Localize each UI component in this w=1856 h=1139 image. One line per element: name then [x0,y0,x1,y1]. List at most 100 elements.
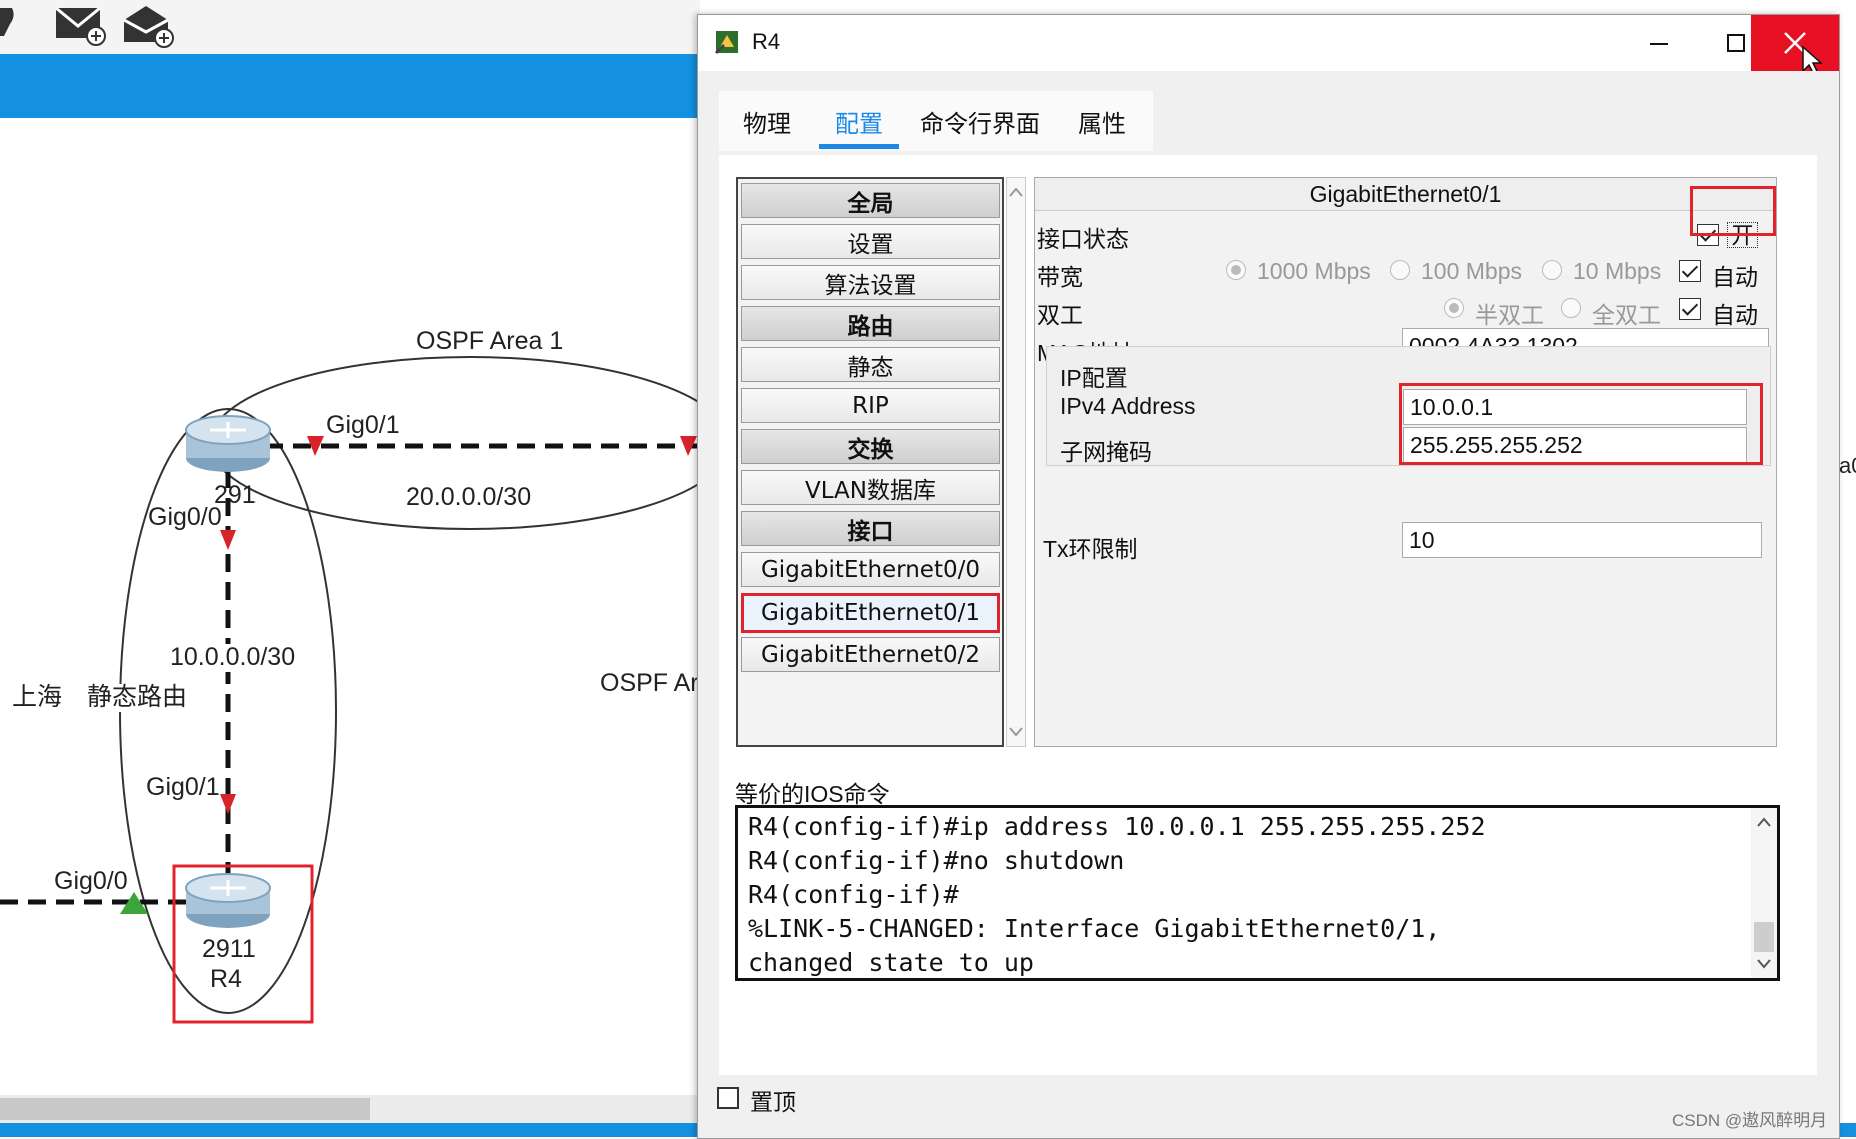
link-down-arrow [220,530,236,550]
complex-pdu-icon[interactable] [120,2,176,48]
label-net-10: 10.0.0.0/30 [170,643,296,672]
title-bar[interactable]: R4 [698,15,1839,71]
device-config-window: R4 物理 配置 命令行界面 属性 全局 设置 算法设置 路由 静态 RIP 交… [697,14,1840,1139]
label-gig01-top: Gig0/1 [326,411,400,440]
bw-100-radio[interactable] [1390,260,1410,280]
router-top-icon [185,415,271,472]
ios-commands-box[interactable]: R4(config-if)#ip address 10.0.0.1 255.25… [735,805,1780,981]
simple-pdu-icon[interactable] [52,2,108,48]
bw-1000-label: 1000 Mbps [1257,258,1371,284]
config-tab-page: 全局 设置 算法设置 路由 静态 RIP 交换 VLAN数据库 接口 Gigab… [719,155,1817,1075]
workspace-toolbar [0,0,700,54]
tx-ring-label: Tx环限制 [1043,536,1138,562]
nav-scrollbar[interactable] [1006,177,1026,747]
ip-config-group: IP配置 IPv4 Address 10.0.0.1 子网掩码 255.255.… [1046,346,1771,466]
ios-line: changed state to up [748,948,1034,977]
ios-line: %LINK-5-CHANGED: Interface GigabitEthern… [748,914,1441,943]
full-duplex-radio[interactable] [1561,298,1581,318]
link-down-arrow [220,794,236,814]
nav-switching[interactable]: 交换 [741,429,1000,464]
nav-rip[interactable]: RIP [741,388,1000,423]
ios-scroll-thumb[interactable] [1754,922,1774,952]
ios-commands-label: 等价的IOS命令 [735,781,890,807]
ios-line: R4(config-if)#ip address 10.0.0.1 255.25… [748,812,1486,841]
interface-title: GigabitEthernet0/1 [1035,178,1776,211]
ios-scrollbar[interactable] [1751,808,1777,978]
ios-line: R4(config-if)# [748,880,959,909]
label-shanghai-static: 上海 静态路由 [12,683,188,712]
duplex-auto-label: 自动 [1712,302,1758,328]
nav-static[interactable]: 静态 [741,347,1000,382]
nav-vlan-database[interactable]: VLAN数据库 [741,470,1000,505]
app-icon [714,31,738,55]
canvas-horizontal-scrollbar[interactable] [0,1095,700,1123]
bw-10-label: 10 Mbps [1573,258,1662,284]
ios-scroll-arrows [1757,817,1771,969]
ip-highlight-box [1399,383,1763,465]
label-r4-model: 2911 [202,935,256,963]
nav-gig0-2[interactable]: GigabitEthernet0/2 [741,637,1000,672]
port-status-highlight [1690,186,1776,236]
scroll-up-icon [1009,187,1023,197]
nav-interface[interactable]: 接口 [741,511,1000,546]
label-net-20: 20.0.0.0/30 [406,483,532,512]
bw-10-radio[interactable] [1542,260,1562,280]
bandwidth-auto-label: 自动 [1712,264,1758,290]
label-router-top-port: Gig0/0 [148,503,222,531]
minimize-icon [1650,43,1668,45]
topology-drawing [0,356,700,1024]
tool-fragment-icon[interactable] [0,2,20,48]
full-duplex-label: 全双工 [1592,302,1661,328]
maximize-icon [1727,34,1745,52]
bw-100-label: 100 Mbps [1421,258,1523,284]
nav-scroll-arrows [1009,187,1023,737]
scroll-down-icon [1757,959,1771,969]
half-duplex-radio[interactable] [1444,298,1464,318]
topology-canvas[interactable]: OSPF Area 1 Gig0/1 20.0.0.0/30 2911 Gig0… [0,0,700,1137]
tab-bar: 物理 配置 命令行界面 属性 [719,91,1817,155]
ipv4-label: IPv4 Address [1060,393,1196,419]
canvas-scroll-thumb[interactable] [0,1098,370,1120]
label-r4-name: R4 [210,965,242,993]
tab-cli[interactable]: 命令行界面 [909,91,1051,151]
window-title: R4 [752,29,781,54]
canvas-header-band [0,54,700,118]
watermark-text: CSDN @遨风醉明月 [1672,1111,1828,1130]
scroll-down-icon [1009,727,1023,737]
interface-panel: GigabitEthernet0/1 接口状态 开 带宽 1000 Mbps 1… [1034,177,1777,747]
bandwidth-label: 带宽 [1037,264,1083,290]
tab-attributes[interactable]: 属性 [1051,91,1153,151]
tx-ring-field[interactable]: 10 [1402,522,1762,558]
minimize-button[interactable] [1623,15,1695,71]
nav-gig0-0[interactable]: GigabitEthernet0/0 [741,552,1000,587]
nav-settings[interactable]: 设置 [741,224,1000,259]
label-ospf-a-fragment: OSPF Ar [600,669,699,698]
always-on-top-label: 置顶 [750,1090,796,1116]
nav-algorithm-settings[interactable]: 算法设置 [741,265,1000,300]
mouse-cursor-icon [1802,45,1823,71]
scroll-up-icon [1757,817,1771,827]
config-nav-list: 全局 设置 算法设置 路由 静态 RIP 交换 VLAN数据库 接口 Gigab… [736,177,1004,747]
right-canvas-strip: a0 [1838,54,1856,1124]
ip-config-label: IP配置 [1060,365,1128,391]
close-icon [1784,32,1823,71]
half-duplex-label: 半双工 [1475,302,1544,328]
router-r4-icon [185,873,271,928]
subnet-mask-label: 子网掩码 [1060,439,1152,465]
ios-line: R4(config-if)#no shutdown [748,846,1125,875]
label-ospf-area1: OSPF Area 1 [416,327,564,356]
nav-gig0-1[interactable]: GigabitEthernet0/1 [741,593,1000,633]
bandwidth-auto-checkbox[interactable] [1679,260,1701,282]
nav-global[interactable]: 全局 [741,183,1000,218]
tab-config[interactable]: 配置 [809,91,909,151]
port-status-label: 接口状态 [1037,226,1129,252]
label-gig01-bottom: Gig0/1 [146,773,220,802]
close-button[interactable] [1751,15,1839,71]
nav-routing[interactable]: 路由 [741,306,1000,341]
duplex-auto-checkbox[interactable] [1679,298,1701,320]
tab-physical[interactable]: 物理 [719,91,815,151]
label-right-fragment: a0 [1839,453,1856,478]
bw-1000-radio[interactable] [1226,260,1246,280]
duplex-label: 双工 [1037,302,1083,328]
always-on-top-checkbox[interactable] [717,1087,739,1109]
